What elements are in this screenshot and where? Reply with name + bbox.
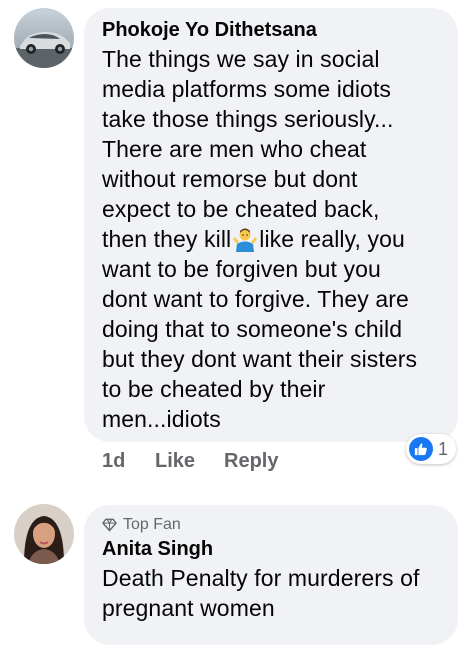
comment-line: without remorse but dont [102,166,358,192]
reply-button[interactable]: Reply [224,449,278,473]
badge-label: Top Fan [123,516,181,533]
avatar[interactable] [14,504,74,564]
comment-line: media platforms some idiots [102,76,392,102]
comment-text-segment: like really, you [259,226,405,252]
person-shrugging-emoji-icon [233,228,258,252]
comment-timestamp[interactable]: 1d [102,449,125,473]
comment-line: doing that to someone's child [102,316,403,342]
avatar[interactable] [14,8,74,68]
like-icon [409,437,433,461]
comment-line: dont want to forgive. They are [102,286,409,312]
comment-author[interactable]: Anita Singh [102,537,213,561]
diamond-icon [102,518,117,532]
comment-line: Death Penalty for murderers of [102,565,420,591]
comment-author[interactable]: Phokoje Yo Dithetsana [102,18,317,42]
comment-line: want to be forgiven but you [102,256,381,282]
comment-line: pregnant women [102,595,275,621]
comment-line: expect to be cheated back, [102,196,380,222]
comment-line: then they kill like really, you [102,224,405,254]
person-avatar-image [14,504,74,564]
comment-line: take those things seriously... [102,106,394,132]
reaction-summary[interactable]: 1 [406,434,457,464]
top-fan-badge: Top Fan [102,515,181,535]
comment-line: to be cheated by their [102,376,326,402]
reaction-count: 1 [438,439,449,459]
comment-line: but they dont want their sisters [102,346,418,372]
comment-line: There are men who cheat [102,136,367,162]
comment-text-segment: then they kill [102,226,232,252]
comment-line: men...idiots [102,406,221,432]
comment-line: The things we say in social [102,46,380,72]
like-button[interactable]: Like [155,449,195,473]
car-avatar-image [14,8,74,68]
